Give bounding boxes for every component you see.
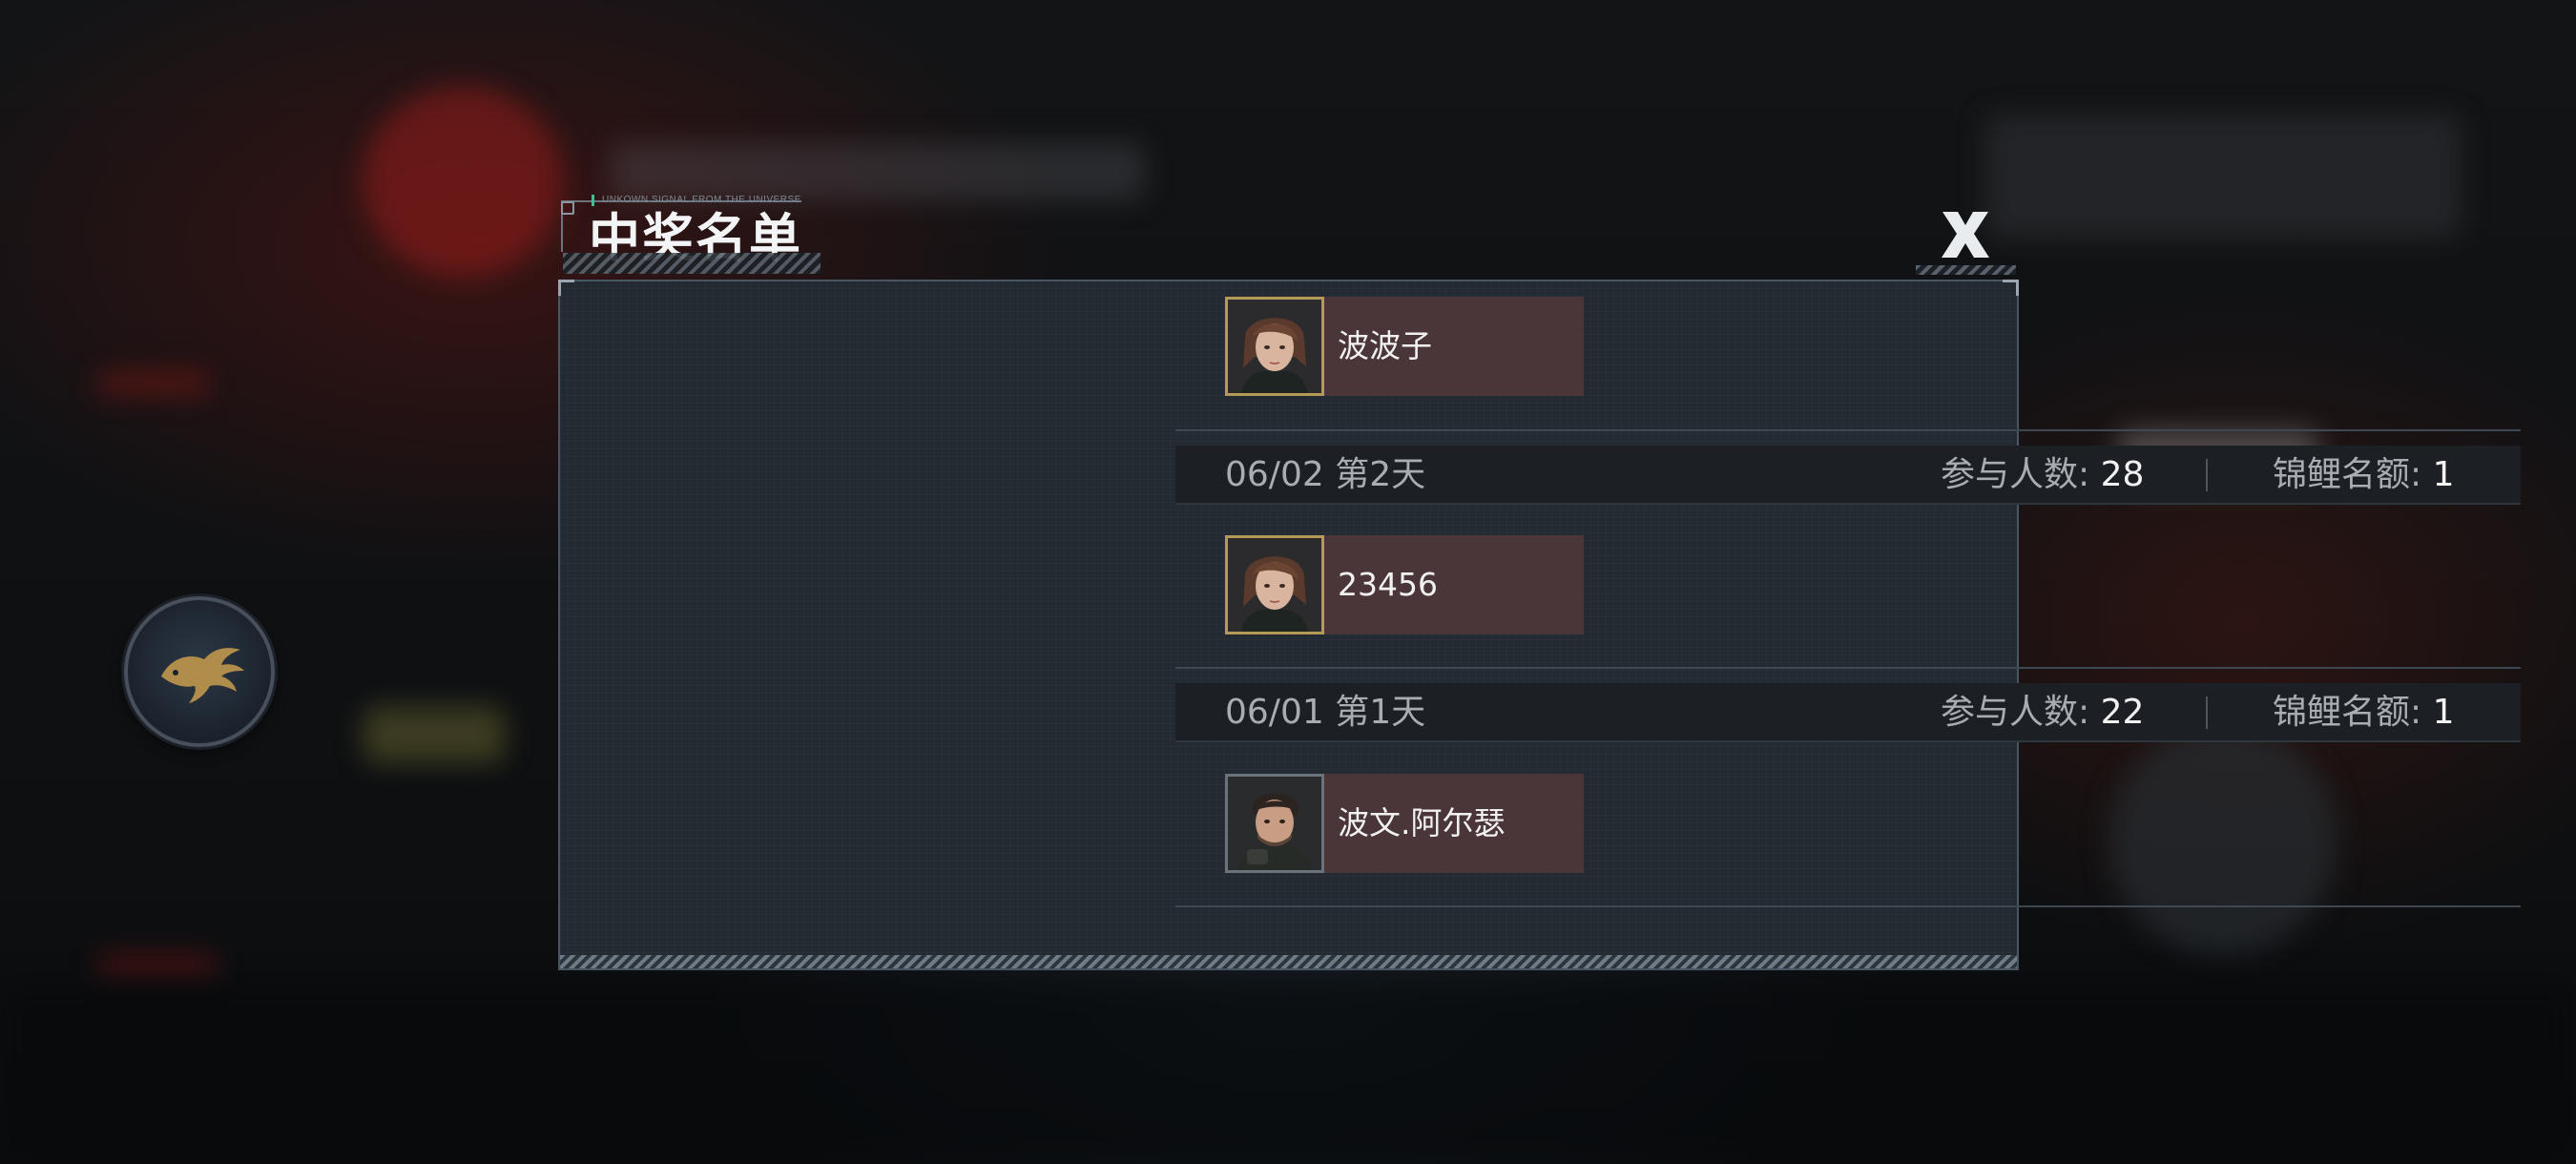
day-number: 第2天 [1335,455,1426,494]
dialog-subtitle: UNKOWN SIGNAL FROM THE UNIVERSE [592,195,801,206]
participants-label: 参与人数: [1941,693,2090,732]
background-decoration [95,372,210,395]
winner-list[interactable]: 波波子 06/02 第2天 参与人数: 28 锦鲤名额: 1 23456 06/… [1175,281,2521,968]
avatar [1225,774,1324,873]
winner-name: 23456 [1338,566,1438,603]
quota-label: 锦鲤名额: [2273,455,2422,494]
background-decoration [0,983,2576,1164]
divider [1175,429,2521,431]
participants-count: 参与人数: 22 [1941,683,2144,742]
day-header: 06/01 第1天 参与人数: 22 锦鲤名额: 1 [1175,683,2521,742]
background-decoration [363,706,506,763]
background-decoration [95,954,219,977]
portrait-icon [1228,300,1321,393]
avatar [1225,297,1324,396]
quota-count: 锦鲤名额: 1 [2273,683,2455,742]
day-date: 06/02 [1225,455,1324,494]
participants-label: 参与人数: [1941,455,2090,494]
day-label: 06/02 第2天 [1225,446,1425,505]
winner-row: 波文.阿尔瑟 [1225,774,1584,873]
phoenix-emblem-icon[interactable] [124,596,275,747]
decorative-stripe [1916,265,2016,275]
day-label: 06/01 第1天 [1225,683,1425,742]
winner-name: 波波子 [1338,327,1432,364]
quota-value: 1 [2432,693,2455,732]
separator [2206,696,2208,729]
winner-name: 波文.阿尔瑟 [1338,804,1506,842]
decorative-stripe [560,955,2017,968]
avatar [1225,535,1324,634]
day-date: 06/01 [1225,693,1324,732]
corner-decoration [558,280,574,296]
background-decoration [363,86,563,277]
day-number: 第1天 [1335,693,1426,732]
close-button[interactable] [1937,208,1994,261]
quota-label: 锦鲤名额: [2273,693,2422,732]
winner-row: 23456 [1225,535,1584,634]
quota-count: 锦鲤名额: 1 [2273,446,2455,505]
winner-row: 波波子 [1225,297,1584,396]
participants-value: 28 [2100,455,2145,494]
quota-value: 1 [2432,455,2455,494]
screen: UNKOWN SIGNAL FROM THE UNIVERSE 中奖名单 波波子… [0,0,2576,1164]
participants-count: 参与人数: 28 [1941,446,2144,505]
winner-list-dialog: 波波子 06/02 第2天 参与人数: 28 锦鲤名额: 1 23456 06/… [558,280,2521,970]
portrait-icon [1228,777,1321,870]
day-header: 06/02 第2天 参与人数: 28 锦鲤名额: 1 [1175,446,2521,505]
divider [1175,905,2521,907]
divider [1175,667,2521,669]
decorative-stripe [563,253,821,274]
target-icon [561,201,574,215]
portrait-icon [1228,538,1321,632]
background-decoration [1984,114,2462,239]
participants-value: 22 [2100,693,2145,732]
close-x-icon [1942,212,1989,258]
background-decoration [611,143,1145,200]
separator [2206,459,2208,491]
